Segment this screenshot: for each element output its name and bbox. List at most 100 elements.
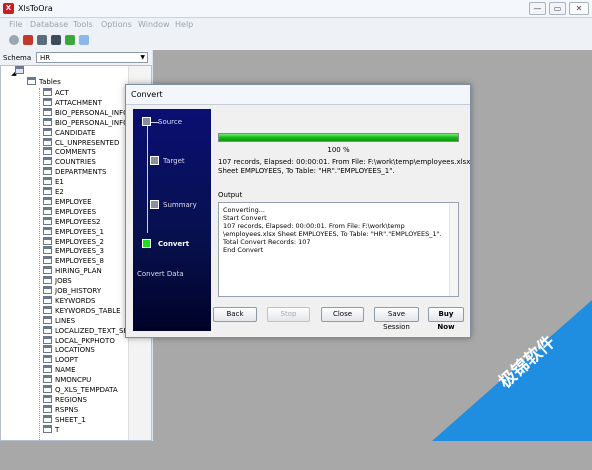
- tree-item-table[interactable]: CL_UNPRESENTED: [43, 137, 119, 148]
- maximize-button[interactable]: ▭: [549, 2, 566, 15]
- table-icon: [43, 404, 52, 413]
- schema-row: Schema HR ▼: [0, 50, 152, 65]
- output-scrollbar[interactable]: [449, 203, 458, 296]
- toolbar: [0, 30, 592, 50]
- tree-item-table[interactable]: NMONCPU: [43, 375, 91, 385]
- table-icon: [43, 414, 52, 423]
- tree-item-label: BIO_PERSONAL_INFO: [55, 118, 129, 127]
- tables-label: Tables: [39, 78, 61, 86]
- tree-item-table[interactable]: LOCATIONS: [43, 345, 95, 355]
- grid-icon[interactable]: [79, 35, 89, 45]
- tree-item-label: LOCAL_PKPHOTO: [55, 336, 115, 345]
- tree-item-table[interactable]: RSPNS: [43, 404, 78, 415]
- tables-node[interactable]: Tables: [27, 77, 61, 87]
- table-icon: [43, 394, 52, 403]
- table-icon: [43, 355, 52, 364]
- tree-item-table[interactable]: KEYWORDS: [43, 295, 96, 306]
- tree-item-table[interactable]: DEPARTMENTS: [43, 167, 106, 177]
- progress-bar: [218, 133, 459, 142]
- tree-item-table[interactable]: BIO_PERSONAL_INFO: [43, 117, 129, 128]
- tree-item-table[interactable]: EMPLOYEES_3: [43, 246, 104, 256]
- tree-item-label: JOB_HISTORY: [55, 287, 102, 295]
- menu-bar: File Database Tools Options Window Help: [0, 18, 592, 30]
- tree-item-table[interactable]: JOB_HISTORY: [43, 286, 101, 296]
- tree-item-table[interactable]: NAME: [43, 365, 76, 375]
- table-icon: [43, 127, 52, 136]
- tree-item-table[interactable]: EMPLOYEE: [43, 196, 92, 207]
- tree-item-table[interactable]: BIO_PERSONAL_INFO: [43, 107, 129, 118]
- import-icon[interactable]: [37, 35, 47, 45]
- table-icon: [43, 107, 52, 116]
- tree-item-table[interactable]: EMPLOYEES_8: [43, 256, 104, 266]
- tree-item-table[interactable]: EMPLOYEES2: [43, 216, 101, 227]
- tree-item-label: EMPLOYEES2: [55, 217, 101, 226]
- database-icon: [15, 66, 27, 76]
- back-button[interactable]: Back: [213, 307, 257, 322]
- tree-item-label: E1: [55, 178, 64, 187]
- tree-item-table[interactable]: T: [43, 424, 59, 435]
- output-line: Start Convert: [223, 214, 267, 222]
- stop-button[interactable]: Stop: [267, 307, 310, 322]
- step-summary: Summary: [163, 201, 197, 209]
- export-icon[interactable]: [51, 35, 61, 45]
- tree-item-table[interactable]: EMPLOYEES_2: [43, 236, 104, 247]
- minimize-button[interactable]: —: [529, 2, 546, 15]
- table-icon: [43, 266, 52, 275]
- tree-item-table[interactable]: COMMENTS: [43, 147, 96, 157]
- tree-item-label: Q_XLS_TEMPDATA: [55, 386, 118, 394]
- disconnect-icon[interactable]: [23, 35, 33, 45]
- tree-item-table[interactable]: SHEET_1: [43, 414, 86, 425]
- tree-item-table[interactable]: E2: [43, 187, 64, 197]
- tree-item-table[interactable]: JOBS: [43, 276, 72, 286]
- menu-file[interactable]: File: [9, 20, 22, 29]
- tree-item-table[interactable]: KEYWORDS_TABLE: [43, 305, 121, 316]
- step-source-icon: [142, 117, 151, 126]
- table-icon: [43, 295, 52, 304]
- table-icon: [43, 196, 52, 205]
- menu-database[interactable]: Database: [30, 20, 68, 29]
- tree-item-table[interactable]: EMPLOYEES_1: [43, 226, 104, 237]
- output-log[interactable]: Converting... Start Convert 107 records,…: [218, 202, 459, 297]
- close-button[interactable]: Close: [321, 307, 364, 322]
- table-icon: [43, 286, 52, 294]
- tree-item-label: NMONCPU: [55, 376, 92, 385]
- tree-item-table[interactable]: LOCAL_PKPHOTO: [43, 335, 115, 346]
- connect-icon[interactable]: [9, 35, 19, 45]
- step-source: Source: [158, 118, 183, 126]
- menu-options[interactable]: Options: [101, 20, 132, 29]
- tree-item-table[interactable]: E1: [43, 177, 64, 187]
- save-session-button[interactable]: Save Session: [374, 307, 419, 331]
- output-line: \employees.xlsx Sheet EMPLOYEES, To Tabl…: [223, 230, 442, 238]
- dialog-title: Convert: [131, 90, 163, 99]
- table-icon: [43, 88, 52, 96]
- output-label: Output: [218, 191, 243, 199]
- tree-item-table[interactable]: LOOPT: [43, 355, 78, 365]
- schema-select[interactable]: HR ▼: [36, 52, 148, 63]
- tree-item-table[interactable]: ATTACHMENT: [43, 97, 102, 108]
- table-icon: [43, 167, 52, 176]
- tree-item-label: KEYWORDS: [55, 296, 96, 305]
- close-window-button[interactable]: ✕: [569, 2, 589, 15]
- table-icon: [43, 335, 52, 344]
- menu-tools[interactable]: Tools: [73, 20, 93, 29]
- tree-item-table[interactable]: Q_XLS_TEMPDATA: [43, 385, 118, 395]
- tree-item-table[interactable]: EMPLOYEES: [43, 206, 96, 217]
- tree-item-label: SHEET_1: [55, 415, 86, 424]
- refresh-icon[interactable]: [65, 35, 75, 45]
- tree-item-label: EMPLOYEES_3: [55, 247, 104, 256]
- table-icon: [43, 276, 52, 285]
- tree-item-table[interactable]: HIRING_PLAN: [43, 266, 102, 276]
- tree-item-label: HIRING_PLAN: [55, 267, 102, 276]
- tree-item-table[interactable]: LINES: [43, 315, 75, 326]
- table-icon: [43, 157, 52, 166]
- menu-window[interactable]: Window: [138, 20, 170, 29]
- title-bar: X XlsToOra — ▭ ✕: [0, 0, 592, 18]
- tree-item-table[interactable]: REGIONS: [43, 394, 87, 405]
- wizard-steps-panel: Source Target Summary Convert Convert Da…: [133, 109, 211, 331]
- tree-item-table[interactable]: COUNTRIES: [43, 157, 96, 167]
- tree-item-label: ACT: [55, 89, 69, 97]
- watermark: 极锦软件: [432, 300, 592, 470]
- tree-item-table[interactable]: ACT: [43, 88, 69, 98]
- tree-item-table[interactable]: CANDIDATE: [43, 127, 96, 138]
- menu-help[interactable]: Help: [175, 20, 193, 29]
